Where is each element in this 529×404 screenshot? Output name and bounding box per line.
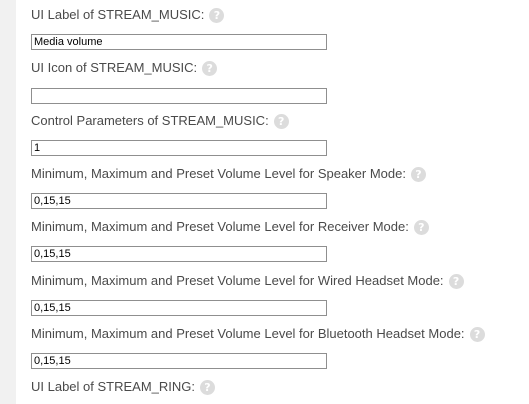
- field-label: UI Icon of STREAM_MUSIC:: [31, 60, 198, 75]
- field-stream-music-ui-icon: UI Icon of STREAM_MUSIC: ?: [31, 58, 327, 104]
- field-label-row: Minimum, Maximum and Preset Volume Level…: [31, 164, 426, 184]
- field-label: Minimum, Maximum and Preset Volume Level…: [31, 273, 444, 288]
- field-label: Minimum, Maximum and Preset Volume Level…: [31, 166, 406, 181]
- help-icon[interactable]: ?: [469, 326, 485, 342]
- help-icon[interactable]: ?: [411, 166, 426, 182]
- field-label: Control Parameters of STREAM_MUSIC:: [31, 113, 269, 128]
- field-label-row: Minimum, Maximum and Preset Volume Level…: [31, 271, 464, 291]
- field-stream-music-ui-label: UI Label of STREAM_MUSIC: ?: [31, 5, 327, 50]
- field-bluetooth-headset-mode-volume: Minimum, Maximum and Preset Volume Level…: [31, 324, 485, 369]
- help-icon[interactable]: ?: [273, 113, 289, 129]
- field-wired-headset-mode-volume: Minimum, Maximum and Preset Volume Level…: [31, 271, 464, 316]
- help-icon[interactable]: ?: [202, 60, 218, 76]
- field-label-row: Minimum, Maximum and Preset Volume Level…: [31, 217, 429, 237]
- field-stream-music-control-params: Control Parameters of STREAM_MUSIC: ?: [31, 111, 327, 156]
- settings-page: UI Label of STREAM_MUSIC: ? UI Icon of S…: [0, 0, 529, 404]
- help-icon[interactable]: ?: [413, 219, 429, 235]
- field-label: Minimum, Maximum and Preset Volume Level…: [31, 219, 409, 234]
- bluetooth-headset-mode-volume-input[interactable]: [31, 353, 327, 369]
- field-receiver-mode-volume: Minimum, Maximum and Preset Volume Level…: [31, 217, 429, 262]
- field-label-row: UI Label of STREAM_RING: ?: [31, 377, 215, 397]
- help-icon[interactable]: ?: [200, 379, 215, 395]
- field-label-row: UI Label of STREAM_MUSIC: ?: [31, 5, 225, 25]
- left-panel-strip: [0, 0, 16, 404]
- field-label: UI Label of STREAM_RING:: [31, 379, 195, 394]
- field-label-row: Minimum, Maximum and Preset Volume Level…: [31, 324, 485, 344]
- stream-music-ui-label-input[interactable]: [31, 34, 327, 50]
- field-speaker-mode-volume: Minimum, Maximum and Preset Volume Level…: [31, 164, 426, 209]
- wired-headset-mode-volume-input[interactable]: [31, 300, 327, 316]
- speaker-mode-volume-input[interactable]: [31, 193, 327, 209]
- field-label-row: UI Icon of STREAM_MUSIC: ?: [31, 58, 218, 78]
- field-label: Minimum, Maximum and Preset Volume Level…: [31, 326, 465, 341]
- receiver-mode-volume-input[interactable]: [31, 246, 327, 262]
- help-icon[interactable]: ?: [209, 7, 225, 23]
- stream-music-ui-icon-input[interactable]: [31, 88, 327, 104]
- field-label-row: Control Parameters of STREAM_MUSIC: ?: [31, 111, 289, 131]
- field-label: UI Label of STREAM_MUSIC:: [31, 7, 205, 22]
- help-icon[interactable]: ?: [448, 273, 464, 289]
- stream-music-control-params-input[interactable]: [31, 140, 327, 156]
- field-stream-ring-ui-label: UI Label of STREAM_RING: ?: [31, 377, 215, 397]
